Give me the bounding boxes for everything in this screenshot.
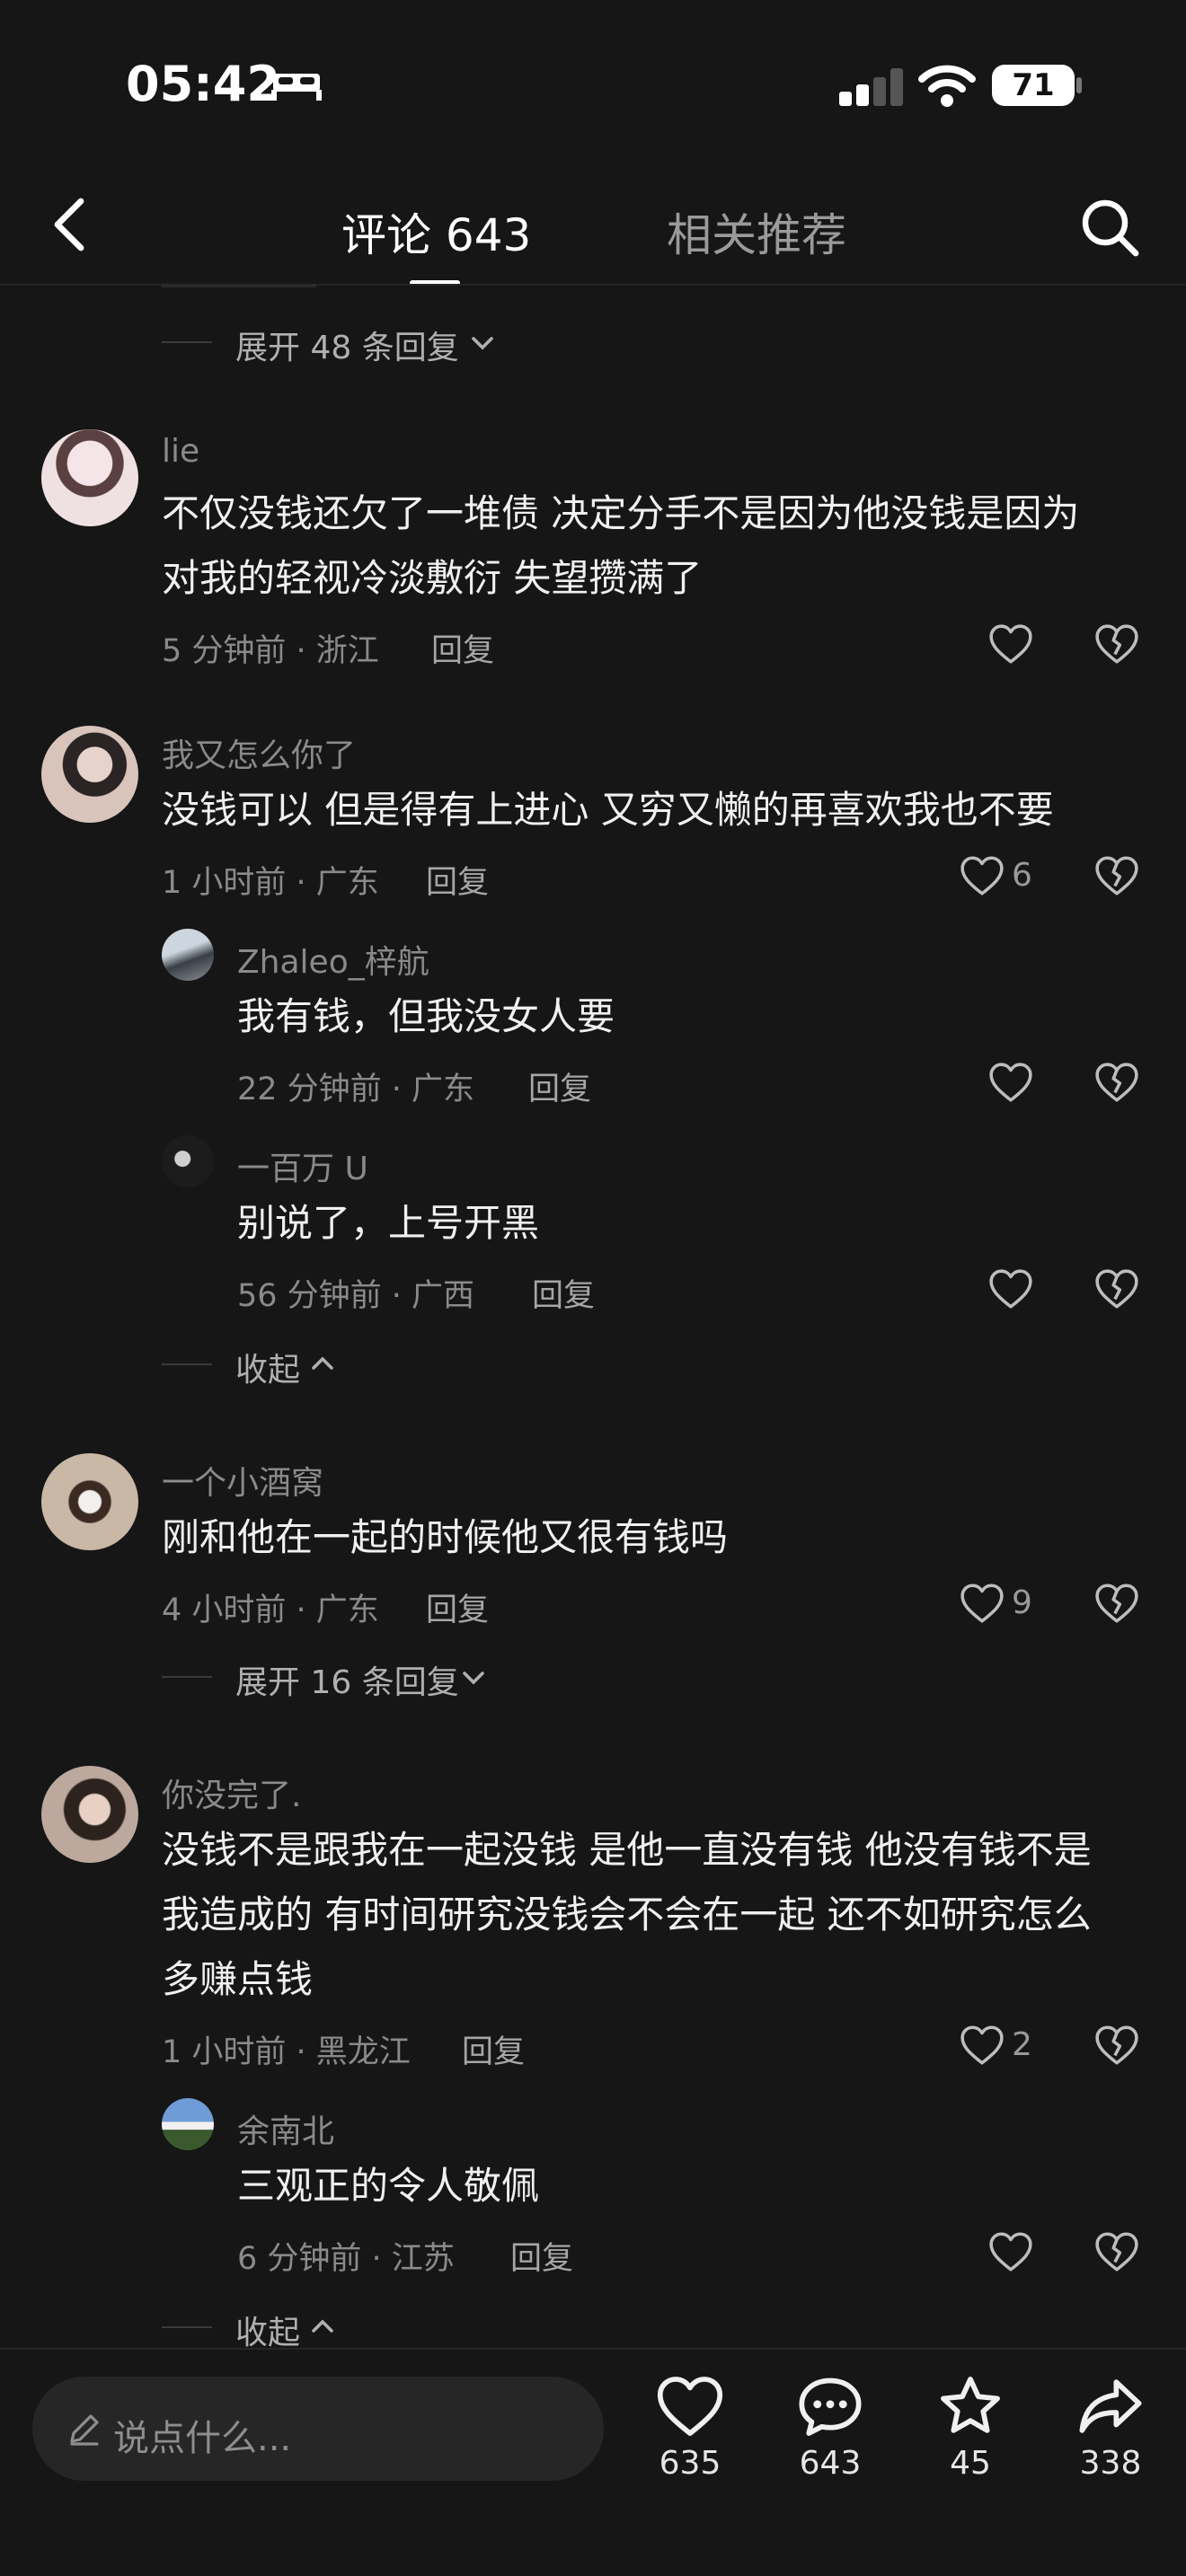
share-icon[interactable] — [1076, 2375, 1145, 2438]
chevron-down-icon — [472, 337, 493, 350]
wifi-icon — [918, 65, 976, 107]
heart-icon[interactable] — [960, 2025, 1005, 2066]
avatar[interactable] — [41, 1766, 138, 1863]
dislike-icon[interactable] — [1094, 1062, 1139, 1103]
like-count: 2 — [1012, 2026, 1032, 2063]
comment-count: 643 — [799, 2445, 862, 2482]
reply-author[interactable]: 余南北 — [237, 2105, 334, 2152]
avatar[interactable] — [162, 2098, 214, 2150]
comment-text-line: 刚和他在一起的时候他又很有钱吗 — [162, 1515, 729, 1559]
comment-author[interactable]: 我又怎么你了 — [162, 729, 356, 776]
comment-author[interactable]: lie — [162, 433, 199, 470]
comment-author[interactable]: 一个小酒窝 — [162, 1457, 323, 1504]
comment-text-line: 对我的轻视冷淡敷衍 失望攒满了 — [162, 556, 703, 600]
reply-text: 三观正的令人敬佩 — [237, 2164, 540, 2208]
dislike-icon[interactable] — [1094, 2025, 1139, 2066]
reply-meta: 6 分钟前 · 江苏 — [237, 2241, 455, 2277]
reply-button[interactable]: 回复 — [426, 857, 489, 903]
comment-author[interactable]: 你没完了. — [162, 1769, 301, 1816]
reply-author[interactable]: 一百万 U — [237, 1142, 368, 1189]
chevron-down-icon — [463, 1672, 484, 1685]
reply-author[interactable]: Zhaleo_梓航 — [237, 936, 429, 983]
reply-text: 别说了，上号开黑 — [237, 1201, 540, 1245]
dislike-icon[interactable] — [1094, 1583, 1139, 1624]
star-icon[interactable] — [936, 2375, 1005, 2438]
heart-icon[interactable] — [988, 2231, 1033, 2272]
reply-button[interactable]: 回复 — [532, 1270, 595, 1316]
collapse-divider — [162, 1363, 212, 1365]
reply-button[interactable]: 回复 — [510, 2233, 573, 2279]
reply-text: 我有钱，但我没女人要 — [237, 994, 615, 1038]
search-icon[interactable] — [1080, 198, 1139, 257]
reply-button[interactable]: 回复 — [528, 1063, 591, 1109]
battery-tip — [1076, 77, 1082, 93]
comment-text-line: 多赚点钱 — [162, 1957, 314, 2001]
avatar[interactable] — [162, 1135, 214, 1187]
chevron-up-icon — [312, 1356, 333, 1370]
reply-button[interactable]: 回复 — [462, 2026, 525, 2072]
status-time: 05:42 — [126, 56, 280, 112]
collapse-replies-link[interactable]: 收起 — [235, 2307, 300, 2353]
expand-divider — [162, 341, 212, 343]
dislike-icon[interactable] — [1094, 2231, 1139, 2272]
avatar[interactable] — [41, 726, 138, 823]
heart-icon[interactable] — [960, 1583, 1005, 1624]
comment-meta: 1 小时前 · 黑龙江 — [162, 2034, 411, 2070]
collapse-divider — [162, 2326, 212, 2328]
heart-icon[interactable] — [960, 855, 1005, 896]
heart-icon[interactable] — [988, 623, 1033, 665]
comment-icon[interactable] — [796, 2375, 864, 2438]
comment-meta: 1 小时前 · 广东 — [162, 865, 379, 901]
expand-divider — [162, 1676, 212, 1678]
tab-comments[interactable]: 评论 643 — [341, 199, 531, 264]
reply-button[interactable]: 回复 — [426, 1584, 489, 1630]
expand-replies-link[interactable]: 展开 48 条回复 — [235, 322, 459, 368]
back-icon[interactable] — [52, 198, 88, 251]
expand-replies-link[interactable]: 展开 16 条回复 — [235, 1656, 459, 1703]
bed-icon — [271, 74, 322, 101]
comment-input-placeholder[interactable]: 说点什么... — [113, 2409, 291, 2461]
reply-meta: 22 分钟前 · 广东 — [237, 1072, 475, 1107]
comment-text-line: 我造成的 有时间研究没钱会不会在一起 还不如研究怎么 — [162, 1892, 1092, 1936]
dislike-icon[interactable] — [1094, 623, 1139, 665]
tab-related[interactable]: 相关推荐 — [667, 199, 846, 264]
heart-icon[interactable] — [988, 1062, 1033, 1103]
avatar[interactable] — [162, 929, 214, 981]
like-count: 6 — [1012, 857, 1032, 894]
battery-icon: 71 — [992, 65, 1075, 106]
comment-text-line: 没钱不是跟我在一起没钱 是他一直没有钱 他没有钱不是 — [162, 1828, 1092, 1872]
dislike-icon[interactable] — [1094, 1268, 1139, 1310]
like-count: 9 — [1012, 1584, 1032, 1621]
avatar[interactable] — [41, 1453, 138, 1550]
comment-text-line: 不仅没钱还欠了一堆债 决定分手不是因为他没钱是因为 — [162, 491, 1080, 535]
pen-icon — [70, 2414, 99, 2446]
signal-icon — [839, 68, 903, 106]
bottom-divider — [0, 2348, 1186, 2350]
scrolled-content-edge — [162, 284, 316, 287]
reply-button[interactable]: 回复 — [431, 625, 494, 671]
like-count: 635 — [659, 2445, 721, 2482]
share-count: 338 — [1079, 2445, 1142, 2482]
avatar[interactable] — [41, 429, 138, 526]
dislike-icon[interactable] — [1094, 855, 1139, 896]
comment-text-line: 没钱可以 但是得有上进心 又穷又懒的再喜欢我也不要 — [162, 788, 1054, 832]
reply-meta: 56 分钟前 · 广西 — [237, 1278, 475, 1314]
comment-meta: 4 小时前 · 广东 — [162, 1592, 379, 1628]
favorite-count: 45 — [950, 2445, 991, 2482]
collapse-replies-link[interactable]: 收起 — [235, 1344, 300, 1390]
heart-icon[interactable] — [988, 1268, 1033, 1310]
comment-meta: 5 分钟前 · 浙江 — [162, 633, 379, 669]
chevron-up-icon — [312, 2319, 333, 2333]
heart-icon[interactable] — [656, 2375, 724, 2438]
